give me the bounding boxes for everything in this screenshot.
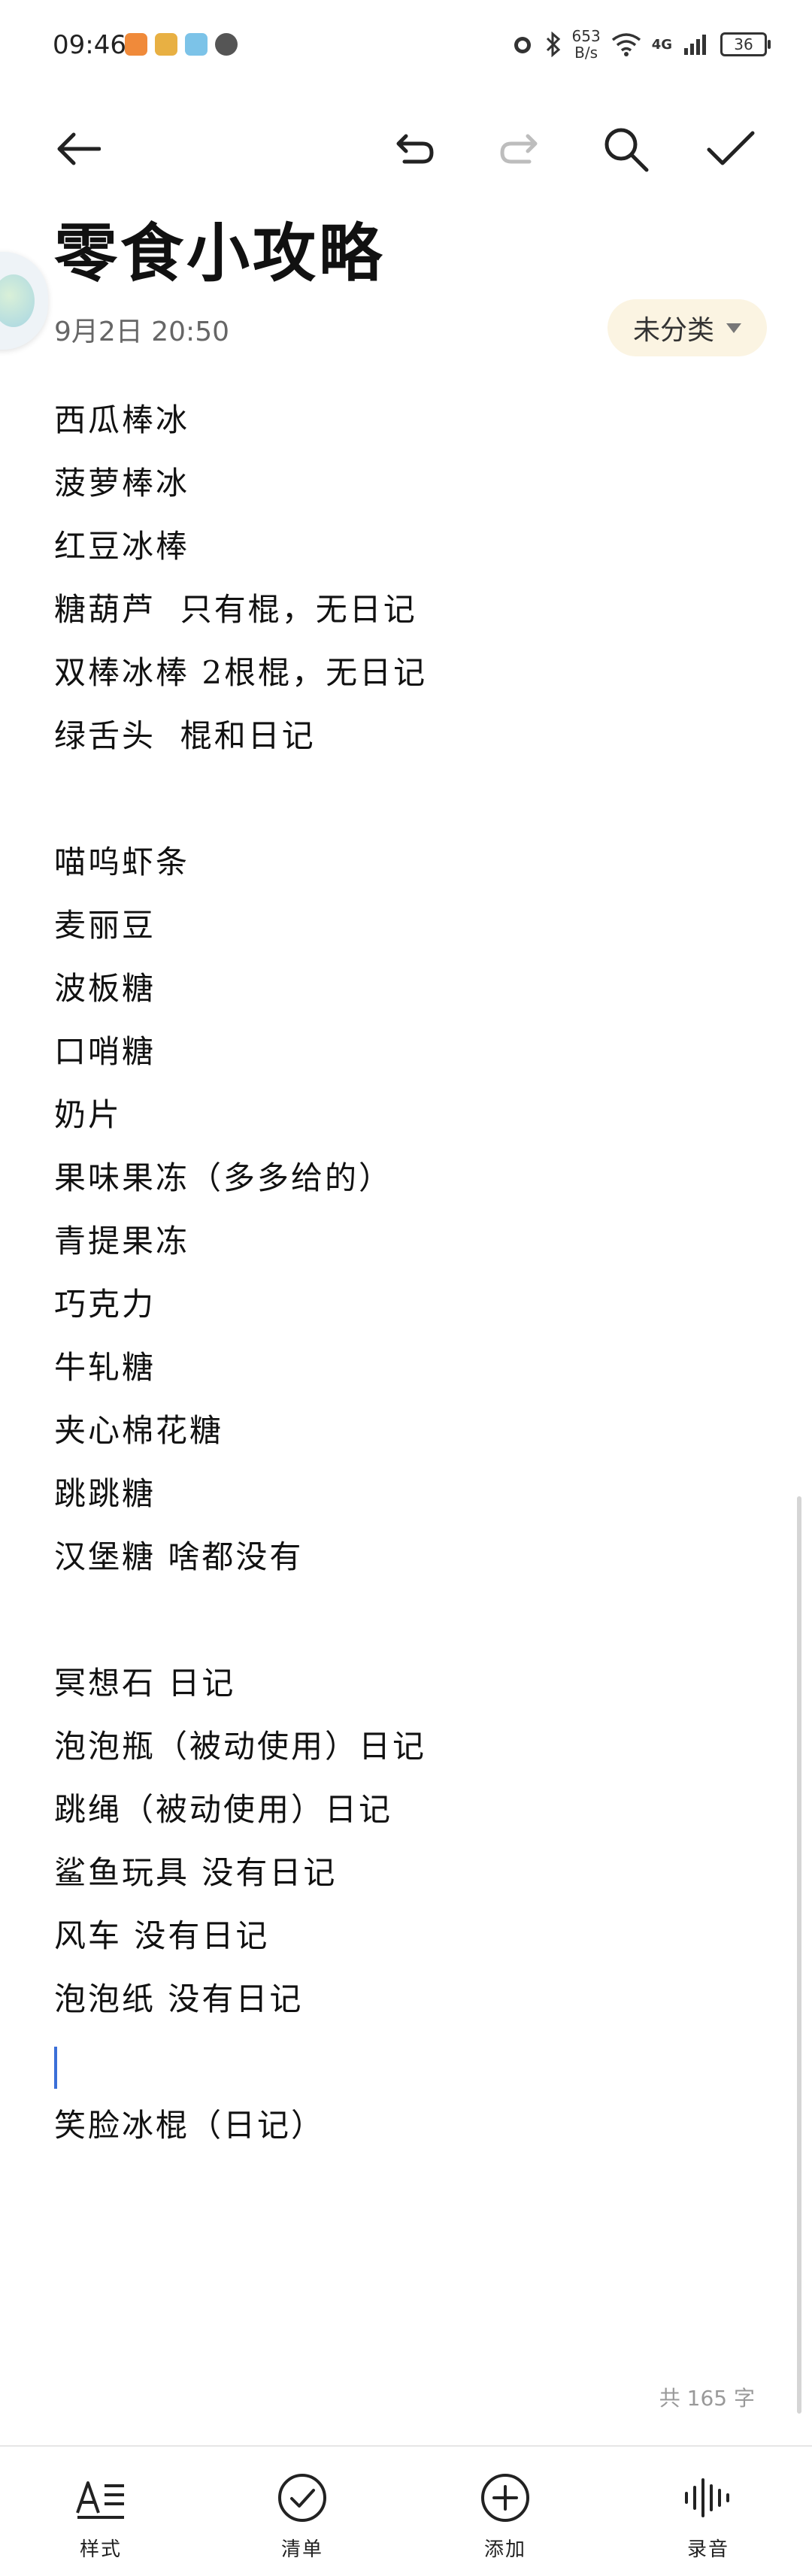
editor-toolbar (0, 105, 812, 188)
add-circle-icon (438, 2469, 573, 2526)
note-line[interactable]: 风车 没有日记 (54, 1913, 761, 1976)
note-line[interactable]: 红豆冰棒 (54, 523, 761, 586)
text-caret (54, 2047, 57, 2089)
note-line[interactable]: 泡泡纸 没有日记 (54, 1976, 761, 2039)
network-speed: 653 B/s (571, 27, 601, 62)
note-line[interactable]: 牛轧糖 (54, 1344, 761, 1408)
note-line[interactable]: 跳绳（被动使用）日记 (54, 1787, 761, 1850)
checklist-button[interactable]: 清单 (235, 2469, 370, 2562)
status-right-cluster: 653 B/s 4G 36 (511, 26, 771, 63)
search-icon (604, 128, 649, 172)
note-line[interactable] (54, 776, 761, 839)
note-line[interactable]: 菠萝棒冰 (54, 460, 761, 523)
category-label: 未分类 (632, 315, 714, 346)
voice-wave-icon (641, 2469, 776, 2526)
note-line[interactable]: 绿舌头 棍和日记 (54, 713, 761, 776)
note-line[interactable]: 喵呜虾条 (54, 839, 761, 902)
note-date: 9月2日 20:50 (54, 317, 229, 347)
add-button[interactable]: 添加 (438, 2469, 573, 2562)
undo-button[interactable] (386, 120, 444, 177)
note-line[interactable]: 跳跳糖 (54, 1471, 761, 1534)
note-body[interactable]: 西瓜棒冰 菠萝棒冰 红豆冰棒 糖葫芦 只有棍，无日记 双棒冰棒 2根棍，无日记 绿舌头 棍… (54, 397, 761, 2165)
app-notification-icon (125, 33, 147, 56)
checklist-label: 清单 (280, 2538, 323, 2561)
note-line[interactable]: 双棒冰棒 2根棍，无日记 (54, 650, 761, 713)
back-button[interactable] (50, 120, 107, 177)
note-line[interactable]: 麦丽豆 (54, 902, 761, 965)
redo-button[interactable] (490, 120, 547, 177)
chat-notification-icon (185, 33, 208, 56)
note-line[interactable]: 糖葫芦 只有棍，无日记 (54, 586, 761, 650)
text-style-icon (33, 2469, 168, 2526)
undo-icon (396, 134, 434, 164)
style-label: 样式 (79, 2538, 122, 2561)
redo-icon (500, 134, 538, 164)
note-line[interactable]: 口哨糖 (54, 1029, 761, 1092)
note-line[interactable] (54, 2039, 761, 2102)
note-line[interactable]: 波板糖 (54, 965, 761, 1029)
note-line[interactable]: 冥想石 日记 (54, 1660, 761, 1723)
battery-indicator: 36 (720, 32, 771, 56)
checklist-icon (235, 2469, 370, 2526)
note-line[interactable]: 笑脸冰棍（日记） (54, 2102, 761, 2165)
status-time: 09:46 (53, 30, 126, 60)
note-line[interactable]: 巧克力 (54, 1281, 761, 1344)
note-line[interactable]: 汉堡糖 啥都没有 (54, 1534, 761, 1597)
note-line[interactable]: 青提果冻 (54, 1218, 761, 1281)
alarm-icon (514, 37, 531, 53)
note-line[interactable]: 鲨鱼玩具 没有日记 (54, 1850, 761, 1913)
arrow-left-icon (57, 132, 101, 165)
style-button[interactable]: 样式 (33, 2469, 168, 2562)
category-dropdown[interactable]: 未分类 (607, 299, 767, 356)
record-label: 录音 (686, 2538, 729, 2561)
scrollbar[interactable] (797, 1496, 801, 2414)
network-type: 4G (651, 36, 672, 53)
done-button[interactable] (702, 120, 759, 177)
note-line[interactable]: 夹心棉花糖 (54, 1408, 761, 1471)
note-title[interactable]: 零食小攻略 (54, 203, 385, 294)
note-line[interactable]: 西瓜棒冰 (54, 397, 761, 460)
record-button[interactable]: 录音 (641, 2469, 776, 2562)
note-line[interactable]: 泡泡瓶（被动使用）日记 (54, 1723, 761, 1787)
bottom-toolbar: 样式 清单 添加 录音 (0, 2445, 812, 2576)
wifi-icon (611, 33, 641, 56)
status-bar: 09:46 653 B/s 4G 36 (0, 0, 812, 90)
add-label: 添加 (483, 2538, 526, 2561)
floating-assistant-avatar[interactable] (0, 252, 48, 350)
word-count: 共 165 字 (659, 2386, 755, 2411)
note-line[interactable] (54, 1597, 761, 1660)
bluetooth-icon (546, 32, 560, 57)
chevron-down-icon (726, 323, 741, 333)
check-icon (707, 131, 755, 165)
signal-icon (684, 35, 706, 55)
weibo-notification-icon (155, 33, 177, 56)
search-button[interactable] (597, 120, 654, 177)
note-line[interactable]: 奶片 (54, 1092, 761, 1155)
dot-notification-icon (215, 33, 238, 56)
note-line[interactable]: 果味果冻（多多给的） (54, 1155, 761, 1218)
